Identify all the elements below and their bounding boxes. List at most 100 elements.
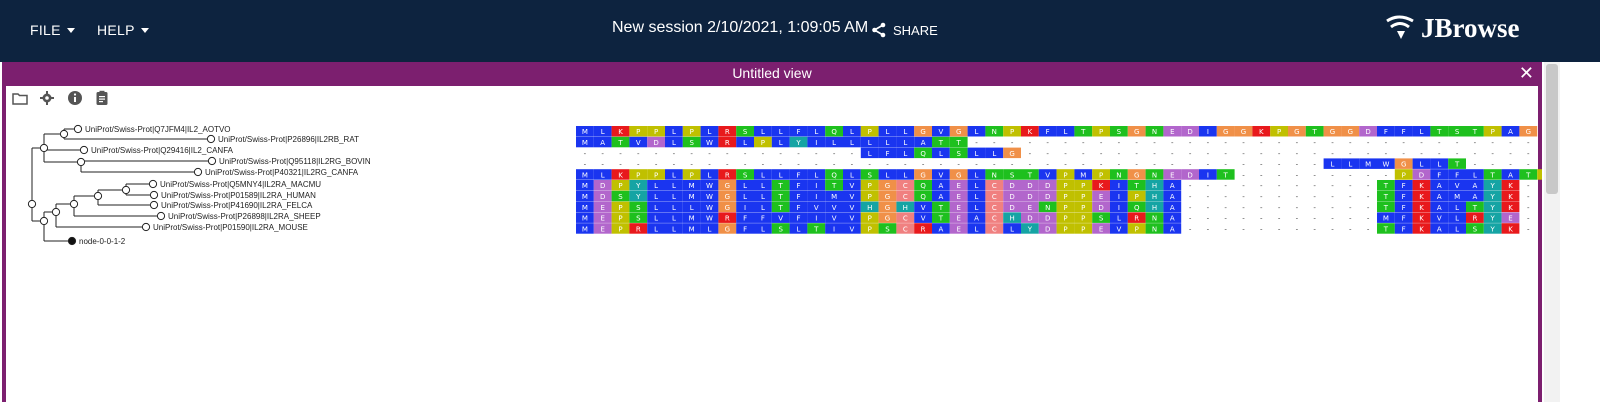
tree-node[interactable] xyxy=(207,156,217,166)
msa-residue: - xyxy=(1011,139,1014,147)
msa-residue: - xyxy=(1029,161,1032,169)
msa-residue: M xyxy=(582,225,588,233)
msa-residue: Y xyxy=(635,182,641,190)
tree-node[interactable] xyxy=(39,216,49,226)
msa-residue: - xyxy=(726,150,729,158)
msa-residue: L xyxy=(601,128,605,136)
msa-residue: - xyxy=(726,161,729,169)
msa-residue: - xyxy=(868,161,871,169)
msa-residue: K xyxy=(1419,215,1424,223)
msa-residue: - xyxy=(779,161,782,169)
share-button[interactable]: SHARE xyxy=(871,22,938,38)
help-menu[interactable]: HELP xyxy=(97,22,149,38)
tree-leaf-label[interactable]: UniProt/Swiss-Prot|P01589|IL2RA_HUMAN xyxy=(161,191,316,200)
msa-residue: C xyxy=(992,215,997,223)
msa-residue: V xyxy=(778,215,783,223)
msa-residue: - xyxy=(1331,193,1334,201)
msa-residue: A xyxy=(1437,225,1442,233)
msa-residue: F xyxy=(1402,193,1406,201)
msa-residue: - xyxy=(833,161,836,169)
file-menu[interactable]: FILE xyxy=(30,22,75,38)
tree-leaf-label[interactable]: UniProt/Swiss-Prot|Q29416|IL2_CANFA xyxy=(91,146,234,155)
msa-residue: L xyxy=(743,193,747,201)
tree-leaf-label[interactable]: node-0-0-1-2 xyxy=(79,237,126,246)
tree-node[interactable] xyxy=(51,207,61,217)
msa-residue: - xyxy=(1242,161,1245,169)
msa-residue: M xyxy=(1383,215,1389,223)
msa-residue: K xyxy=(1419,225,1424,233)
msa-residue: - xyxy=(1189,161,1192,169)
tree-leaf-label[interactable]: UniProt/Swiss-Prot|Q95118|IL2RG_BOVIN xyxy=(219,157,371,166)
close-view-button[interactable]: ✕ xyxy=(1519,62,1534,84)
msa-residue: - xyxy=(1207,215,1210,223)
msa-residue: C xyxy=(992,182,997,190)
tree-node[interactable] xyxy=(39,143,49,153)
tree-node[interactable] xyxy=(141,222,151,232)
msa-residue: G xyxy=(885,182,890,190)
tree-node[interactable] xyxy=(206,134,216,144)
msa-residue: L xyxy=(761,193,765,201)
msa-residue: P xyxy=(1135,225,1139,233)
msa-residue: L xyxy=(761,182,765,190)
msa-residue: - xyxy=(1100,139,1103,147)
tree-leaf-label[interactable]: UniProt/Swiss-Prot|P40321|IL2RG_CANFA xyxy=(205,168,359,177)
tree-node[interactable] xyxy=(73,124,83,134)
msa-residue: P xyxy=(618,225,622,233)
msa-residue: F xyxy=(1455,171,1459,179)
msa-residue: A xyxy=(1437,204,1442,212)
tree-node[interactable] xyxy=(76,157,86,167)
tree-leaf-label[interactable]: UniProt/Swiss-Prot|Q7JFM4|IL2_AOTVO xyxy=(85,125,231,134)
tree-node[interactable] xyxy=(79,145,89,155)
msa-residue: I xyxy=(1207,128,1209,136)
msa-residue: - xyxy=(993,139,996,147)
msa-residue: - xyxy=(1349,171,1352,179)
msa-residue: - xyxy=(797,150,800,158)
tree-node[interactable] xyxy=(156,211,166,221)
msa-residue: M xyxy=(582,128,588,136)
msa-residue: L xyxy=(975,193,979,201)
msa-residue: T xyxy=(1383,225,1389,233)
msa-residue: F xyxy=(1402,128,1406,136)
msa-residue: D xyxy=(1009,182,1014,190)
tree-node[interactable] xyxy=(69,199,79,209)
tree-node[interactable] xyxy=(149,200,159,210)
tree-node[interactable] xyxy=(93,191,103,201)
msa-residue: - xyxy=(1260,182,1263,190)
tree-leaf-label[interactable]: UniProt/Swiss-Prot|P26898|IL2RA_SHEEP xyxy=(168,212,321,221)
msa-residue: N xyxy=(1152,215,1157,223)
msa-residue: R xyxy=(725,215,730,223)
msa-residue: S xyxy=(778,225,783,233)
tree-node[interactable] xyxy=(193,167,203,177)
msa-residue: T xyxy=(1134,182,1140,190)
msa-residue: H xyxy=(867,204,872,212)
msa-residue: L xyxy=(672,128,676,136)
tree-node[interactable] xyxy=(27,199,37,209)
tree-node[interactable] xyxy=(148,179,158,189)
tree-node[interactable] xyxy=(59,129,69,139)
tree-node[interactable] xyxy=(121,185,131,195)
msa-residue: I xyxy=(1207,171,1209,179)
view-title[interactable]: Untitled view xyxy=(732,65,811,81)
msa-residue: I xyxy=(744,204,746,212)
msa-residue: - xyxy=(1367,193,1370,201)
msa-residue: L xyxy=(654,204,658,212)
tree-leaf-label[interactable]: UniProt/Swiss-Prot|P26896|IL2RB_RAT xyxy=(218,135,359,144)
msa-residue: L xyxy=(903,128,907,136)
msa-residue: M xyxy=(689,225,695,233)
msa-cell[interactable] xyxy=(1537,169,1542,180)
msa-residue: - xyxy=(1278,225,1281,233)
msa-residue: P xyxy=(1081,182,1085,190)
tree-leaf-label[interactable]: UniProt/Swiss-Prot|P01590|IL2RA_MOUSE xyxy=(153,223,308,232)
msa-residue: - xyxy=(1153,139,1156,147)
tree-node[interactable] xyxy=(149,190,159,200)
msa-residue: T xyxy=(1080,128,1086,136)
msa-residue: P xyxy=(654,171,658,179)
tree-leaf-label[interactable]: UniProt/Swiss-Prot|Q5MNY4|IL2RA_MACMU xyxy=(160,180,321,189)
session-title[interactable]: New session 2/10/2021, 1:09:05 AM xyxy=(612,19,868,37)
msa-residue: - xyxy=(1296,150,1299,158)
tree-node-filled[interactable] xyxy=(67,236,77,246)
scrollbar-thumb[interactable] xyxy=(1546,64,1558,194)
msa-residue: - xyxy=(1100,150,1103,158)
tree-leaf-label[interactable]: UniProt/Swiss-Prot|P41690|IL2RA_FELCA xyxy=(161,201,313,210)
msa-residue: - xyxy=(637,161,640,169)
